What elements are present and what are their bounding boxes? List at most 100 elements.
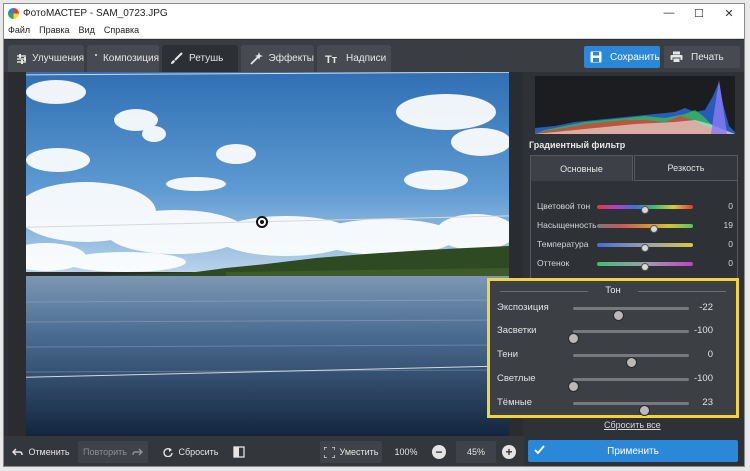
reset-button[interactable]: Сбросить	[160, 441, 222, 463]
hue-slider-track[interactable]	[597, 205, 693, 214]
slider-label: Экспозиция	[497, 302, 549, 313]
slider-label: Цветовой тон	[537, 201, 591, 211]
apply-button[interactable]: Применить	[528, 440, 738, 462]
tab-label: Композиция	[102, 53, 159, 64]
compare-button[interactable]	[230, 441, 252, 463]
zoom-100-button[interactable]: 100%	[388, 441, 424, 463]
exposure-slider-track[interactable]	[573, 307, 689, 321]
maximize-button[interactable]: ☐	[684, 4, 714, 22]
darks-slider-track[interactable]	[573, 402, 689, 416]
menu-file[interactable]: Файл	[8, 25, 30, 35]
slider-value: -100	[693, 325, 713, 336]
hue-slider-knob[interactable]	[641, 206, 649, 214]
saturation-slider-row: Насыщенность 19	[537, 219, 739, 233]
slider-label: Засветки	[497, 325, 537, 336]
undo-arrow-icon	[12, 447, 24, 456]
shadows-slider-knob[interactable]	[626, 357, 637, 368]
crop-icon	[95, 54, 97, 56]
undo-button[interactable]: Отменить	[8, 441, 74, 463]
photo-preview[interactable]	[26, 72, 509, 436]
highlights-slider-track[interactable]	[568, 330, 689, 344]
temperature-slider-knob[interactable]	[641, 244, 649, 252]
tab-label: Ретушь	[189, 53, 224, 64]
redo-button[interactable]: Повторить	[78, 441, 148, 463]
subtab-basic[interactable]: Основные	[530, 155, 633, 181]
menu-view[interactable]: Вид	[79, 25, 95, 35]
tab-enhancements[interactable]: Улучшения	[8, 45, 84, 72]
tint-slider-row: Оттенок 0	[537, 257, 739, 271]
minimize-button[interactable]: —	[654, 4, 684, 22]
histogram	[535, 76, 735, 134]
slider-value: 0	[728, 258, 733, 268]
tint-slider-knob[interactable]	[641, 263, 649, 271]
zoom-in-button[interactable]: +	[500, 441, 518, 463]
lights-slider-knob[interactable]	[568, 381, 579, 392]
save-button[interactable]: Сохранить	[584, 46, 660, 68]
temperature-slider-track[interactable]	[597, 243, 693, 252]
redo-arrow-icon	[132, 447, 143, 456]
app-window: ФотоМАСТЕР - SAM_0723.JPG — ☐ ✕ Файл Пра…	[3, 3, 745, 467]
photo-canvas[interactable]	[8, 72, 522, 436]
lights-slider-row: Светлые -100	[497, 370, 729, 392]
fit-button[interactable]: Уместить	[320, 441, 382, 463]
bottom-bar: Отменить Повторить Сбросить Уместить 100…	[4, 436, 524, 466]
menu-edit[interactable]: Правка	[39, 25, 69, 35]
fit-label: Уместить	[339, 447, 379, 457]
text-icon: Tт	[325, 54, 338, 64]
zoom-out-button[interactable]: −	[430, 441, 448, 463]
gradient-center-handle[interactable]	[256, 216, 268, 228]
tone-panel: Тон Экспозиция -22 Засветки -100 Тени 0 …	[487, 278, 739, 418]
zoom-100-label: 100%	[394, 447, 418, 457]
highlights-slider-knob[interactable]	[568, 333, 579, 344]
slider-label: Светлые	[497, 373, 536, 384]
magic-wand-icon	[250, 52, 263, 65]
sliders-icon	[17, 53, 27, 64]
slider-value: -22	[699, 302, 713, 313]
slider-label: Оттенок	[537, 258, 570, 268]
floppy-disk-icon	[590, 51, 602, 63]
saturation-slider-track[interactable]	[597, 224, 693, 233]
highlights-slider-row: Засветки -100	[497, 322, 729, 344]
tab-effects[interactable]: Эффекты	[241, 45, 314, 72]
landscape-photo	[26, 72, 509, 436]
slider-value: 0	[728, 201, 733, 211]
shadows-slider-track[interactable]	[573, 354, 689, 368]
reset-all-link[interactable]: Сбросить все	[604, 420, 661, 430]
window-controls: — ☐ ✕	[654, 4, 744, 22]
slider-value: 23	[702, 397, 713, 408]
close-button[interactable]: ✕	[714, 4, 744, 22]
shadows-slider-row: Тени 0	[497, 346, 729, 368]
undo-label: Отменить	[28, 447, 70, 457]
subtab-sharpness[interactable]: Резкость	[634, 155, 738, 181]
brush-icon	[171, 52, 183, 64]
tab-label: Надписи	[346, 53, 387, 64]
app-logo-icon	[8, 7, 19, 19]
slider-label: Тени	[497, 349, 519, 360]
slider-label: Температура	[537, 239, 589, 249]
apply-label: Применить	[607, 445, 659, 457]
darks-slider-knob[interactable]	[639, 405, 651, 416]
print-label: Печать	[691, 51, 724, 63]
fit-screen-icon	[323, 446, 335, 458]
panel-title: Градиентный фильтр	[529, 140, 626, 150]
reset-icon	[163, 447, 174, 457]
zoom-level-field[interactable]: 45%	[456, 441, 496, 463]
slider-label: Насыщенность	[537, 220, 597, 230]
tab-retouch[interactable]: Ретушь	[162, 45, 238, 72]
tab-captions[interactable]: Tт Надписи	[317, 45, 391, 72]
slider-label: Тёмные	[497, 397, 532, 408]
reset-label: Сбросить	[178, 447, 219, 457]
saturation-slider-knob[interactable]	[649, 225, 658, 233]
title-bar: ФотоМАСТЕР - SAM_0723.JPG — ☐ ✕	[4, 4, 744, 22]
lights-slider-track[interactable]	[568, 378, 689, 392]
print-button[interactable]: Печать	[664, 46, 740, 68]
tab-label: Эффекты	[268, 53, 314, 64]
histogram-graph	[535, 80, 735, 134]
tint-slider-track[interactable]	[597, 262, 693, 271]
tone-title: Тон	[490, 285, 736, 296]
slider-value: 19	[723, 220, 733, 230]
tab-composition[interactable]: Композиция	[87, 45, 159, 72]
menu-help[interactable]: Справка	[104, 25, 139, 35]
slider-value: 0	[707, 349, 713, 360]
exposure-slider-knob[interactable]	[613, 310, 625, 321]
